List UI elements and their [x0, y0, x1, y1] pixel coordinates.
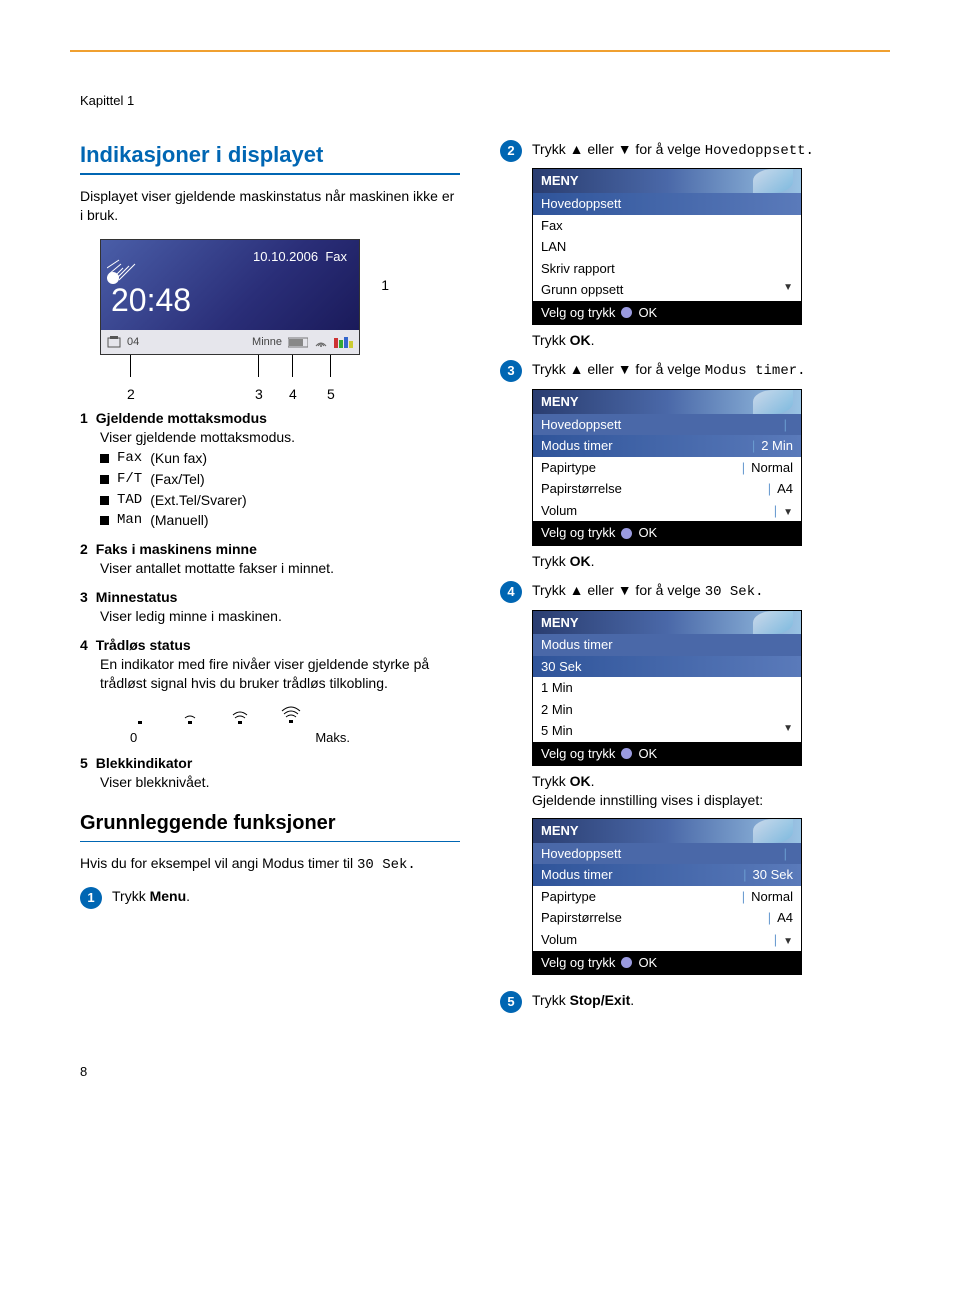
step-1-badge: 1 [80, 887, 102, 909]
def-title: Trådløs status [96, 636, 191, 655]
wifi-level-3-icon [280, 703, 302, 725]
lcd-date: 10.10.2006 [253, 249, 318, 264]
step-2-text: Trykk ▲ eller ▼ for å velge Hovedoppsett… [532, 140, 880, 161]
step-4-badge: 4 [500, 581, 522, 603]
mode-desc: (Manuell) [150, 511, 208, 530]
wifi-level-2-icon [230, 705, 250, 725]
section-intro: Displayet viser gjeldende maskinstatus n… [80, 187, 460, 225]
def-body: Viser blekknivået. [100, 773, 460, 792]
mode-code: F/T [117, 470, 142, 489]
bullet-icon [100, 475, 109, 484]
subsection-title: Grunnleggende funksjoner [80, 810, 460, 842]
mode-desc: (Fax/Tel) [150, 470, 204, 489]
subsection-intro: Hvis du for eksempel vil angi Modus time… [80, 854, 460, 875]
wifi-icon [314, 336, 328, 348]
lcd-fax-count: 04 [127, 335, 139, 350]
wifi-level-1-icon [180, 705, 200, 725]
wifi-strength-scale [130, 703, 460, 725]
def-title: Minnestatus [96, 588, 178, 607]
step-3-badge: 3 [500, 360, 522, 382]
mode-desc: (Kun fax) [150, 449, 207, 468]
menu-screen-2: MENY Hovedoppsett| Modus timer|2 Min Pap… [532, 389, 802, 546]
def-title: Blekkindikator [96, 754, 192, 773]
lcd-time: 20:48 [111, 279, 191, 322]
lcd-mode: Fax [325, 249, 347, 264]
mode-code: Fax [117, 449, 142, 468]
step-4-text: Trykk ▲ eller ▼ for å velge 30 Sek. [532, 581, 880, 602]
def-num: 4 [80, 636, 88, 655]
menu-screen-3: MENY Modus timer 30 Sek 1 Min 2 Min 5 Mi… [532, 610, 802, 767]
wifi-scale-min: 0 [130, 729, 137, 747]
mode-desc: (Ext.Tel/Svarer) [150, 491, 246, 510]
def-num: 2 [80, 540, 88, 559]
bullet-icon [100, 496, 109, 505]
callout-connector-lines [100, 355, 360, 385]
step-5-badge: 5 [500, 991, 522, 1013]
ink-level-icon [334, 337, 353, 348]
def-num: 3 [80, 588, 88, 607]
step-1-text: Trykk Menu. [112, 887, 460, 906]
step-3-text: Trykk ▲ eller ▼ for å velge Modus timer. [532, 360, 880, 381]
def-num: 5 [80, 754, 88, 773]
step-5-text: Trykk Stop/Exit. [532, 991, 880, 1010]
step-4-post: Gjeldende innstilling vises i displayet: [532, 791, 880, 810]
def-body: Viser antallet mottatte fakser i minnet. [100, 559, 460, 578]
bullet-icon [100, 454, 109, 463]
mode-code: Man [117, 511, 142, 530]
menu-screen-1: MENY Hovedoppsett Fax LAN Skriv rapport … [532, 168, 802, 325]
menu-screen-4: MENY Hovedoppsett| Modus timer|30 Sek Pa… [532, 818, 802, 975]
callout-1: 1 [381, 276, 389, 295]
chapter-label: Kapittel 1 [80, 92, 880, 110]
step-2-ok: Trykk OK. [532, 331, 880, 350]
def-body: Viser gjeldende mottaksmodus. [100, 428, 460, 447]
bullet-icon [100, 516, 109, 525]
lcd-memory: Minne [252, 335, 282, 350]
def-num: 1 [80, 409, 88, 428]
def-title: Gjeldende mottaksmodus [96, 409, 267, 428]
page-number: 8 [80, 1063, 880, 1081]
step-3-ok: Trykk OK. [532, 552, 880, 571]
lcd-display: 10.10.2006 Fax 20:48 04 Minne [100, 239, 360, 355]
step-4-ok: Trykk OK. [532, 772, 880, 791]
definition-list: 1 Gjeldende mottaksmodus Viser gjeldende … [80, 409, 460, 693]
def-title: Faks i maskinens minne [96, 540, 257, 559]
mode-code: TAD [117, 491, 142, 510]
callout-number-row: 2 3 4 5 [100, 385, 360, 401]
def-body: En indikator med fire nivåer viser gjeld… [100, 655, 460, 693]
section-title: Indikasjoner i displayet [80, 140, 460, 176]
step-2-badge: 2 [500, 140, 522, 162]
memory-gauge-icon [288, 336, 308, 348]
wifi-scale-max: Maks. [315, 729, 350, 747]
def-body: Viser ledig minne i maskinen. [100, 607, 460, 626]
fax-icon [107, 336, 121, 348]
wifi-level-0-icon [130, 705, 150, 725]
